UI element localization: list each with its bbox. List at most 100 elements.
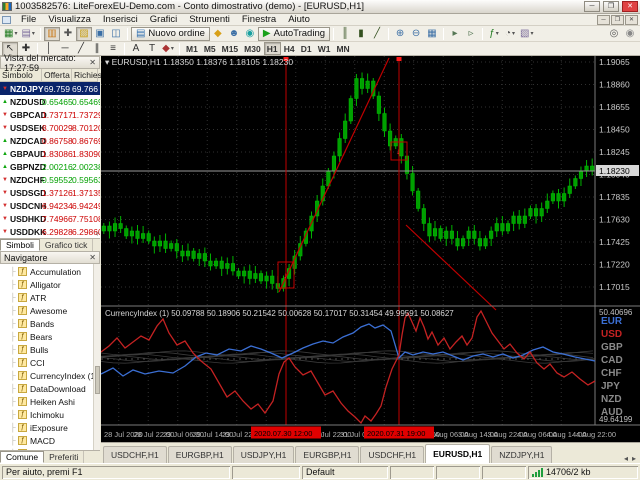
symbol-row-usdsek[interactable]: ▼USDSEK8.700298.70120	[0, 121, 100, 134]
auto-scroll-button[interactable]: ▸	[447, 27, 463, 41]
navigator-item-bands[interactable]: ├ƒBands	[0, 317, 100, 330]
alerts-button[interactable]: ◆	[210, 27, 226, 41]
new-order-button[interactable]: ▤Nuovo ordine	[131, 27, 210, 41]
close-icon[interactable]: ✕	[89, 58, 96, 67]
market-watch-toggle-button[interactable]: ▥	[44, 27, 60, 41]
symbol-row-usdhkd[interactable]: ▼USDHKD7.749667.75108	[0, 212, 100, 225]
autotrading-button[interactable]: ▶AutoTrading	[258, 27, 330, 41]
label-tool-button[interactable]: T	[144, 42, 160, 56]
column-header-offerta[interactable]: Offerta	[42, 69, 72, 82]
chart-shift-button[interactable]: ▹	[463, 27, 479, 41]
chart-candles-button[interactable]: ▮	[353, 27, 369, 41]
column-header-simbolo[interactable]: Simbolo	[0, 69, 42, 82]
periods-list-button[interactable]: ◔▾	[502, 27, 518, 41]
menu-grafici[interactable]: Grafici	[144, 14, 183, 26]
symbol-row-nzdjpy[interactable]: ▼NZDJPY69.75969.766	[0, 82, 100, 95]
chart-tab-usdchf-h1-0[interactable]: USDCHF,H1	[103, 446, 167, 463]
scrollbar-thumb[interactable]	[95, 366, 100, 394]
chart-tab-eurusd-h1-5[interactable]: EURUSD,H1	[425, 444, 490, 463]
menu-finestra[interactable]: Finestra	[236, 14, 282, 26]
price-chart[interactable]: 1.190651.188601.186551.184501.182451.180…	[101, 56, 640, 442]
navigator-item-macd[interactable]: ├ƒMACD	[0, 434, 100, 447]
navigator-item-bulls[interactable]: ├ƒBulls	[0, 343, 100, 356]
timeframe-mn[interactable]: MN	[333, 42, 352, 55]
navigator-item-momentum[interactable]: ├ƒMomentum	[0, 447, 100, 450]
symbol-row-gbpnzd[interactable]: ▲GBPNZD2.002162.00238	[0, 160, 100, 173]
timeframe-h1[interactable]: H1	[264, 42, 281, 55]
child-close-button[interactable]: ✕	[625, 15, 638, 25]
minimize-button[interactable]: ─	[584, 1, 600, 12]
timeframe-m30[interactable]: M30	[241, 42, 264, 55]
symbol-row-nzdcad[interactable]: ▲NZDCAD0.867580.86769	[0, 134, 100, 147]
chevron-down-icon[interactable]: ▾	[530, 30, 533, 37]
maximize-button[interactable]: ❐	[603, 1, 619, 12]
new-chart-button[interactable]: ▦▾	[2, 27, 19, 41]
timeframe-m15[interactable]: M15	[219, 42, 242, 55]
timeframe-w1[interactable]: W1	[315, 42, 334, 55]
tab-comune[interactable]: Comune	[0, 451, 44, 463]
navigator-item-atr[interactable]: ├ƒATR	[0, 291, 100, 304]
tab-grafico-tick[interactable]: Grafico tick	[40, 239, 94, 251]
templates-list-button[interactable]: ▧▾	[518, 27, 535, 41]
community-button[interactable]: ◉	[242, 27, 258, 41]
terminal-toggle-button[interactable]: ▣	[92, 27, 108, 41]
close-icon[interactable]: ✕	[89, 253, 96, 262]
navigator-item-bears[interactable]: ├ƒBears	[0, 330, 100, 343]
navigator-item-cci[interactable]: ├ƒCCI	[0, 356, 100, 369]
menu-aiuto[interactable]: Aiuto	[282, 14, 316, 26]
tab-preferiti[interactable]: Preferiti	[44, 451, 84, 463]
menu-visualizza[interactable]: Visualizza	[42, 14, 97, 26]
timeframe-m1[interactable]: M1	[183, 42, 201, 55]
strategy-tester-toggle-button[interactable]: ◫	[108, 27, 124, 41]
navigator-item-currencyindex--1-[interactable]: ├ƒCurrencyIndex (1)	[0, 369, 100, 382]
tab-scroll-right-icon[interactable]: ▸	[632, 454, 636, 463]
text-tool-button[interactable]: A	[128, 42, 144, 56]
arrows-tool-button[interactable]: ◆▾	[160, 42, 176, 56]
profiles-button[interactable]: ▤▾	[19, 27, 36, 41]
chevron-down-icon[interactable]: ▾	[32, 30, 35, 37]
indicators-list-button[interactable]: ƒ▾	[486, 27, 502, 41]
zoom-in-button[interactable]: ⊕	[392, 27, 408, 41]
community-search-button[interactable]: ◉	[622, 27, 638, 41]
metaeditor-button[interactable]: ☻	[226, 27, 242, 41]
symbol-row-nzdchf[interactable]: ▼NZDCHF0.595520.59563	[0, 173, 100, 186]
symbol-row-usdcnh[interactable]: ▼USDCNH6.942346.94249	[0, 199, 100, 212]
chart-tab-eurgbp-h1-3[interactable]: EURGBP,H1	[295, 446, 359, 463]
navigator-item-heiken-ashi[interactable]: ├ƒHeiken Ashi	[0, 395, 100, 408]
status-profile[interactable]: Default	[302, 466, 388, 479]
chevron-down-icon[interactable]: ▾	[512, 30, 515, 37]
timeframe-h4[interactable]: H4	[281, 42, 298, 55]
chevron-down-icon[interactable]: ▾	[171, 45, 174, 52]
channel-tool-button[interactable]: ∥	[89, 42, 105, 56]
chart-line-button[interactable]: ╱	[369, 27, 385, 41]
navigator-item-ichimoku[interactable]: ├ƒIchimoku	[0, 408, 100, 421]
data-window-toggle-button[interactable]: ✚	[60, 27, 76, 41]
chart-tab-eurgbp-h1-1[interactable]: EURGBP,H1	[168, 446, 232, 463]
chevron-down-icon[interactable]: ▾	[496, 30, 499, 37]
tile-windows-button[interactable]: ▦	[424, 27, 440, 41]
symbol-row-nzdusd[interactable]: ▲NZDUSD0.654650.65469	[0, 95, 100, 108]
fibonacci-tool-button[interactable]: ≡	[105, 42, 121, 56]
chart-bars-button[interactable]: ║	[337, 27, 353, 41]
zoom-out-button[interactable]: ⊖	[408, 27, 424, 41]
menu-inserisci[interactable]: Inserisci	[97, 14, 144, 26]
chart-tab-usdchf-h1-4[interactable]: USDCHF,H1	[360, 446, 424, 463]
navigator-item-awesome[interactable]: ├ƒAwesome	[0, 304, 100, 317]
chart-tab-nzdjpy-h1-6[interactable]: NZDJPY,H1	[491, 446, 552, 463]
navigator-item-alligator[interactable]: ├ƒAlligator	[0, 278, 100, 291]
chevron-down-icon[interactable]: ▾	[14, 30, 17, 37]
menu-file[interactable]: File	[15, 14, 42, 26]
navigator-toggle-button[interactable]: ▨	[76, 27, 92, 41]
column-header-richies[interactable]: Richies...	[72, 69, 98, 82]
chart-tab-usdjpy-h1-2[interactable]: USDJPY,H1	[233, 446, 295, 463]
navigator-item-iexposure[interactable]: ├ƒiExposure	[0, 421, 100, 434]
symbol-row-usddkk[interactable]: ▼USDDKK6.298286.29860	[0, 225, 100, 238]
symbol-row-gbpcad[interactable]: ▼GBPCAD1.737171.73729	[0, 108, 100, 121]
navigator-item-datadownload[interactable]: ├ƒDataDownload	[0, 382, 100, 395]
navigator-item-accumulation[interactable]: ├ƒAccumulation	[0, 265, 100, 278]
child-restore-button[interactable]: ❐	[611, 15, 624, 25]
tab-simboli[interactable]: Simboli	[0, 239, 40, 251]
navigator-scrollbar[interactable]	[93, 264, 100, 450]
symbol-row-usdsgd[interactable]: ▼USDSGD1.371261.37135	[0, 186, 100, 199]
search-button[interactable]: ◎	[606, 27, 622, 41]
